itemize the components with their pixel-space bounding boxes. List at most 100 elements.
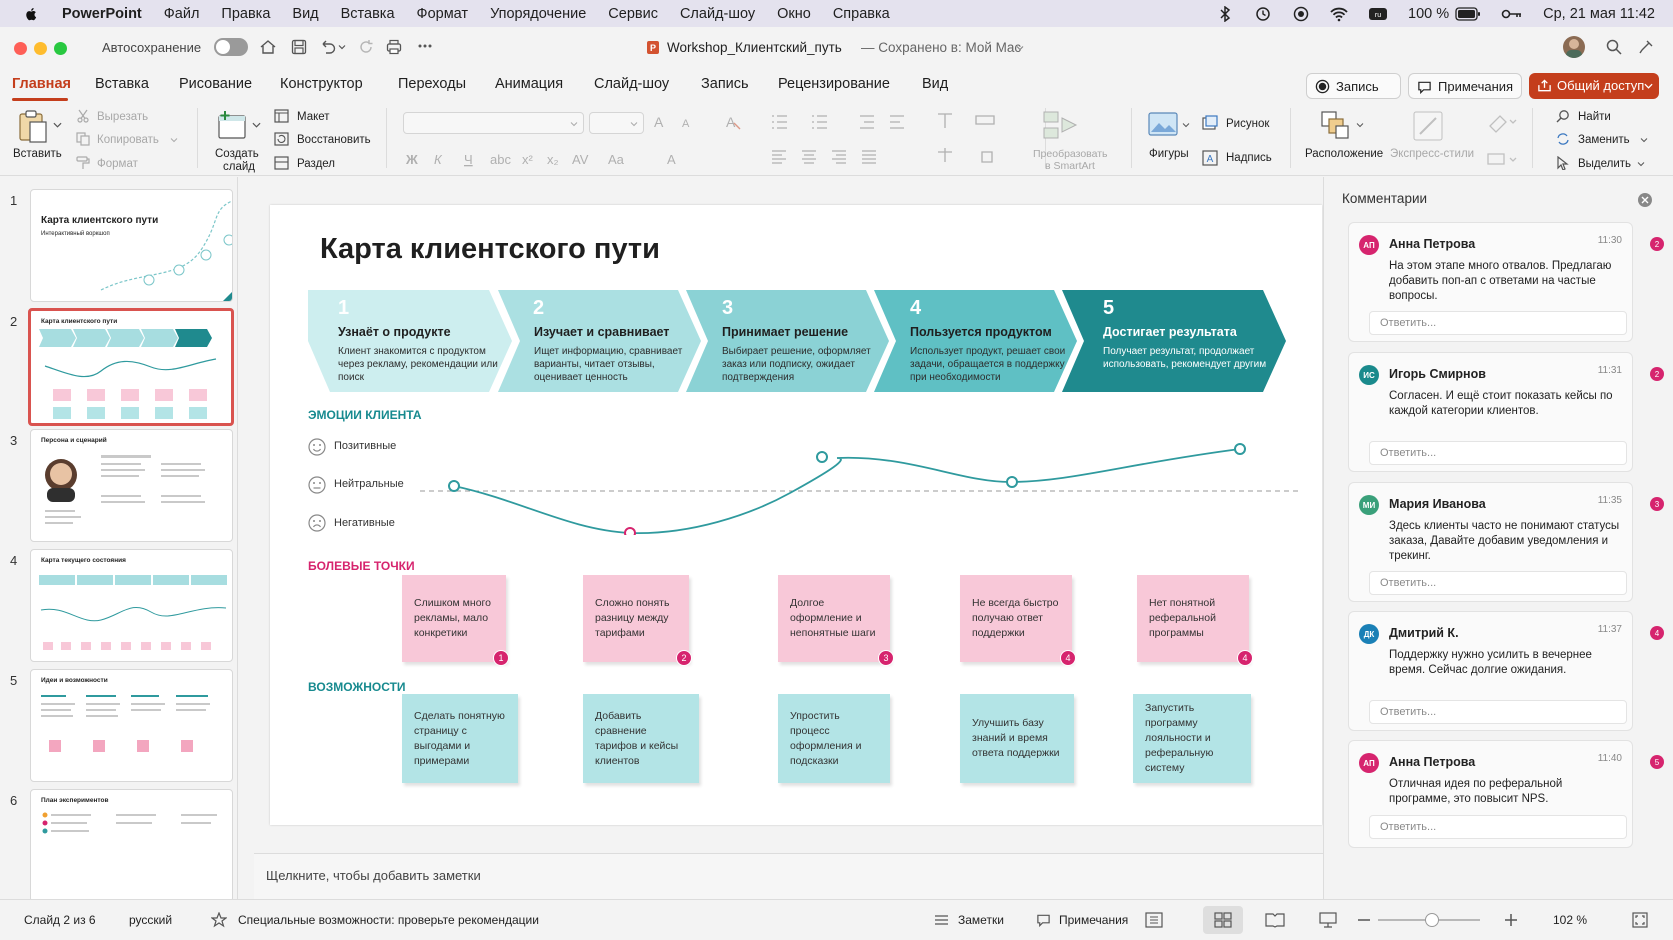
- comments-toggle-label[interactable]: Примечания: [1059, 913, 1128, 927]
- tab-slideshow[interactable]: Слайд-шоу: [594, 76, 669, 92]
- notes-icon[interactable]: [934, 913, 949, 927]
- menu-edit[interactable]: Правка: [221, 6, 270, 22]
- language-indicator[interactable]: русский: [129, 913, 172, 927]
- slide-thumbnail-6[interactable]: План экспериментов: [30, 789, 233, 899]
- autosave-toggle[interactable]: [214, 38, 248, 56]
- arrange-label[interactable]: Расположение: [1305, 148, 1383, 160]
- reset-label[interactable]: Восстановить: [297, 134, 371, 146]
- comment-reply-input[interactable]: Ответить...: [1369, 441, 1627, 465]
- normal-view-button[interactable]: [1133, 906, 1173, 934]
- tab-draw[interactable]: Рисование: [179, 76, 252, 92]
- pain-point-note-3[interactable]: Долгое оформление и непонятные шаги: [778, 575, 890, 662]
- fill-outline-icons[interactable]: [1486, 112, 1520, 167]
- select-dropdown-icon[interactable]: [1637, 161, 1645, 167]
- comments-button[interactable]: Примечания: [1408, 73, 1522, 99]
- comment-reply-input[interactable]: Ответить...: [1369, 700, 1627, 724]
- accessibility-status[interactable]: Специальные возможности: проверьте реком…: [238, 913, 539, 927]
- copy-icon[interactable]: [76, 132, 90, 146]
- menu-format[interactable]: Формат: [417, 6, 469, 22]
- pain-point-note-1[interactable]: Слишком много рекламы, мало конкретики: [402, 575, 506, 662]
- font-style-buttons[interactable]: Ж К Чabc x² x₂ AV Aa A: [404, 150, 749, 168]
- new-slide-label-2[interactable]: слайд: [223, 161, 255, 173]
- shapes-dropdown-icon[interactable]: [1182, 122, 1190, 128]
- tab-home[interactable]: Главная: [12, 76, 71, 92]
- bluetooth-icon[interactable]: [1216, 5, 1234, 22]
- picture-icon[interactable]: [1202, 115, 1218, 131]
- slide-thumbnail-1[interactable]: Карта клиентского пути Интерактивный вор…: [30, 189, 233, 302]
- format-painter-icon[interactable]: [76, 156, 90, 170]
- slide-thumbnail-2[interactable]: Карта клиентского пути: [28, 308, 234, 426]
- arrange-dropdown-icon[interactable]: [1356, 122, 1364, 128]
- keyboard-layout-icon[interactable]: ru: [1368, 6, 1388, 22]
- textbox-label[interactable]: Надпись: [1226, 152, 1272, 164]
- menu-tools[interactable]: Сервис: [608, 6, 658, 22]
- tab-record[interactable]: Запись: [701, 76, 749, 92]
- replace-dropdown-icon[interactable]: [1640, 137, 1648, 143]
- font-family-select[interactable]: [403, 112, 584, 134]
- undo-icon[interactable]: [319, 38, 337, 56]
- select-label[interactable]: Выделить: [1578, 158, 1631, 170]
- textbox-icon[interactable]: A: [1202, 150, 1218, 166]
- comment-icon[interactable]: [1036, 913, 1051, 927]
- notes-toggle-label[interactable]: Заметки: [958, 913, 1004, 927]
- quick-styles-label[interactable]: Экспресс-стили: [1390, 148, 1474, 160]
- zoom-in-icon[interactable]: [1505, 914, 1517, 926]
- home-icon[interactable]: [259, 38, 277, 56]
- tab-transitions[interactable]: Переходы: [398, 76, 466, 92]
- cut-icon[interactable]: [76, 109, 90, 123]
- comment-card-5[interactable]: АП Анна Петрова 11:40 Отличная идея по р…: [1348, 740, 1664, 848]
- document-title[interactable]: Workshop_Клиентский_путь: [667, 40, 842, 55]
- find-label[interactable]: Найти: [1578, 111, 1611, 123]
- picture-label[interactable]: Рисунок: [1226, 118, 1269, 130]
- user-avatar[interactable]: [1563, 36, 1585, 58]
- notes-pane[interactable]: Щелкните, чтобы добавить заметки: [254, 853, 1323, 899]
- window-close-button[interactable]: [14, 42, 27, 55]
- menu-file[interactable]: Файл: [164, 6, 200, 22]
- chevron-down-icon[interactable]: [1015, 43, 1025, 53]
- search-icon[interactable]: [1605, 38, 1623, 56]
- cut-label[interactable]: Вырезать: [97, 111, 148, 123]
- menu-slideshow[interactable]: Слайд-шоу: [680, 6, 755, 22]
- pain-point-note-2[interactable]: Сложно понять разницу между тарифами: [583, 575, 689, 662]
- replace-icon[interactable]: [1556, 132, 1570, 146]
- fit-to-window-icon[interactable]: [1632, 912, 1648, 928]
- opportunity-note-4[interactable]: Улучшить базу знаний и время ответа подд…: [960, 694, 1074, 783]
- shapes-label[interactable]: Фигуры: [1149, 148, 1189, 160]
- help-lightbulb-icon[interactable]: [1637, 38, 1655, 56]
- print-icon[interactable]: [385, 38, 403, 56]
- menubar-datetime[interactable]: Ср, 21 мая 11:42: [1543, 6, 1655, 22]
- undo-dropdown-icon[interactable]: [337, 42, 347, 52]
- comment-reply-input[interactable]: Ответить...: [1369, 311, 1627, 335]
- find-icon[interactable]: [1556, 109, 1570, 123]
- opportunity-note-3[interactable]: Упростить процесс оформления и подсказки: [778, 694, 890, 783]
- zoom-slider[interactable]: [1378, 913, 1480, 927]
- comment-card-1[interactable]: АП Анна Петрова 11:30 На этом этапе мног…: [1348, 222, 1664, 342]
- window-zoom-button[interactable]: [54, 42, 67, 55]
- more-icon[interactable]: [417, 43, 433, 49]
- comment-reply-input[interactable]: Ответить...: [1369, 571, 1627, 595]
- comment-reply-input[interactable]: Ответить...: [1369, 815, 1627, 839]
- record-button[interactable]: Запись: [1306, 73, 1401, 99]
- format-painter-label[interactable]: Формат: [97, 158, 138, 170]
- arrange-icon[interactable]: [1320, 110, 1350, 140]
- accessibility-icon[interactable]: [211, 912, 227, 928]
- zoom-slider-thumb[interactable]: [1425, 913, 1439, 927]
- pain-point-note-4[interactable]: Не всегда быстро получаю ответ поддержки: [960, 575, 1072, 662]
- opportunity-note-5[interactable]: Запустить программу лояльности и реферал…: [1133, 694, 1251, 783]
- comment-card-3[interactable]: МИ Мария Иванова 11:35 Здесь клиенты час…: [1348, 482, 1664, 602]
- comment-card-4[interactable]: ДК Дмитрий К. 11:37 Поддержку нужно усил…: [1348, 611, 1664, 731]
- timemachine-icon[interactable]: [1254, 6, 1272, 22]
- slide-thumbnail-3[interactable]: Персона и сценарий: [30, 429, 233, 542]
- presenter-view-icon[interactable]: [1319, 912, 1337, 928]
- new-slide-icon[interactable]: [216, 110, 250, 142]
- layout-icon[interactable]: [274, 109, 289, 123]
- zoom-level[interactable]: 102 %: [1553, 913, 1587, 927]
- slide-sorter-view-button[interactable]: [1203, 906, 1243, 934]
- align-buttons[interactable]: [770, 147, 920, 167]
- quick-styles-icon[interactable]: [1412, 110, 1446, 142]
- wifi-icon[interactable]: [1330, 6, 1348, 22]
- section-icon[interactable]: [274, 156, 289, 170]
- clear-format-icon[interactable]: A: [724, 113, 742, 131]
- save-status[interactable]: — Сохранено в: Мой Mac: [861, 40, 1021, 55]
- paste-icon[interactable]: [16, 108, 50, 144]
